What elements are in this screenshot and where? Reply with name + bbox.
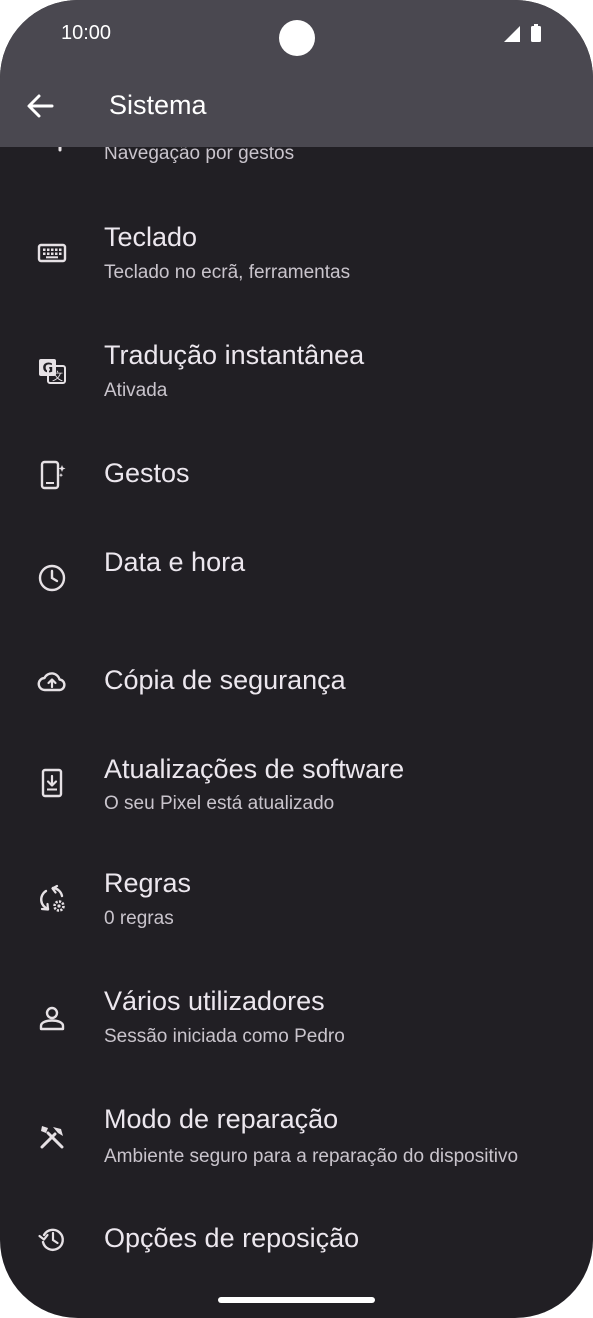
keyboard-icon — [37, 243, 67, 263]
traducao-subtitle: Ativada — [104, 380, 168, 401]
utilizadores-subtitle: Sessão iniciada como Pedro — [104, 1026, 345, 1047]
svg-text:文: 文 — [52, 369, 63, 383]
camera-cutout — [279, 20, 315, 56]
list-item-teclado[interactable]: Teclado Teclado no ecrã, ferramentas — [0, 205, 593, 323]
arrow-back-icon — [27, 94, 54, 118]
clock-icon — [38, 564, 66, 592]
atualizacoes-title: Atualizações de software — [104, 754, 405, 784]
list-item-atualizacoes[interactable]: Atualizações de software O seu Pixel est… — [0, 737, 593, 855]
utilizadores-title: Vários utilizadores — [104, 986, 325, 1016]
modo-reparacao-title: Modo de reparação — [104, 1104, 339, 1134]
teclado-subtitle: Teclado no ecrã, ferramentas — [104, 262, 351, 283]
traducao-title: Tradução instantânea — [104, 340, 365, 370]
list-item-gestos[interactable]: Gestos — [0, 441, 593, 530]
signal-icon — [504, 26, 520, 42]
rules-sync-gear-icon — [40, 884, 65, 912]
list-item-data-hora[interactable]: Data e hora — [0, 530, 593, 648]
teclado-title: Teclado — [104, 222, 198, 252]
list-item-traducao[interactable]: G 文 Tradução instantânea Ativada — [0, 323, 593, 441]
regras-subtitle: 0 regras — [104, 908, 174, 929]
list-item-utilizadores[interactable]: Vários utilizadores Sessão iniciada como… — [0, 973, 593, 1091]
person-icon — [39, 1006, 65, 1031]
opcoes-reposicao-title: Opções de reposição — [104, 1223, 360, 1253]
regras-title: Regras — [104, 868, 192, 898]
page-title: Sistema — [109, 90, 207, 120]
data-hora-title: Data e hora — [104, 547, 246, 577]
app-bar: 10:00 Sistema — [0, 0, 593, 147]
gesture-home-bar[interactable] — [218, 1297, 375, 1303]
status-time: 10:00 — [61, 22, 112, 44]
list-item-modo-reparacao[interactable]: Modo de reparação Ambiente seguro para a… — [0, 1091, 593, 1209]
atualizacoes-subtitle: O seu Pixel está atualizado — [104, 793, 335, 814]
repair-tools-icon — [40, 1126, 64, 1149]
settings-list: Navegação por gestos Teclado Teclado no … — [0, 0, 593, 1318]
list-item-copia-seguranca[interactable]: Cópia de segurança — [0, 648, 593, 737]
list-item-opcoes-reposicao[interactable]: Opções de reposição — [0, 1209, 593, 1298]
cloud-upload-icon — [37, 672, 66, 692]
status-icons — [502, 24, 546, 44]
battery-icon — [531, 24, 541, 42]
modo-reparacao-subtitle: Ambiente seguro para a reparação do disp… — [104, 1146, 519, 1167]
back-button[interactable] — [22, 84, 62, 128]
phone-screen: Navegação por gestos Teclado Teclado no … — [0, 0, 593, 1318]
history-icon — [38, 1228, 64, 1251]
list-item-regras[interactable]: Regras 0 regras — [0, 855, 593, 973]
gestos-title: Gestos — [104, 458, 190, 488]
system-update-icon — [41, 768, 63, 798]
translate-icon: G 文 — [39, 359, 66, 384]
copia-seguranca-title: Cópia de segurança — [104, 665, 346, 695]
gestures-phone-icon — [40, 460, 66, 490]
